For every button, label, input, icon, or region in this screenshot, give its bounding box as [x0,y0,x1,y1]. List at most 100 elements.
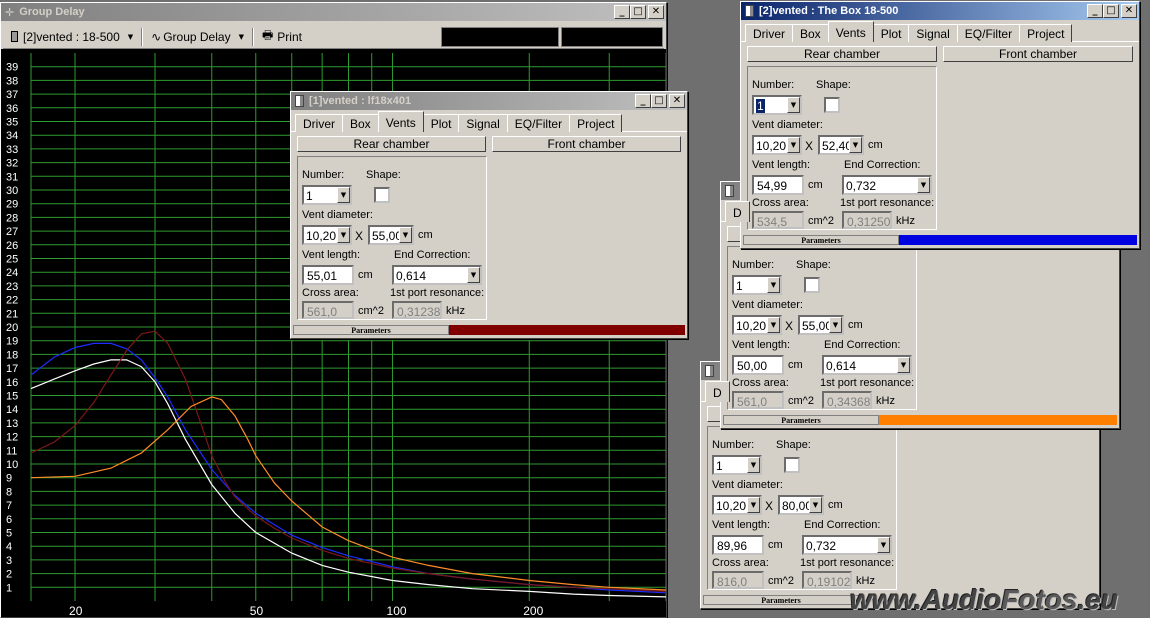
driver-select[interactable]: [2]vented : 18-500 ▼ [7,30,137,44]
end-correction-value: 0,732 [806,539,837,553]
chevron-down-icon[interactable]: ▼ [467,267,480,283]
y-tick-label: 4 [6,541,12,553]
vent-diameter-label: Vent diameter: [712,479,783,491]
end-correction-value: 0,614 [826,359,857,373]
y-tick-label: 18 [6,349,18,361]
tab-signal[interactable]: Signal [458,114,508,132]
tab-plot[interactable]: Plot [422,114,460,132]
vent-diameter-1-select[interactable]: 10,20 ▼ [712,495,762,515]
titlebar-1[interactable]: [1]vented : lf18x401 _ □ ✕ [291,92,687,110]
chevron-down-icon[interactable]: ▼ [809,497,822,513]
minimize-button[interactable]: _ [1087,4,1103,18]
vent-diameter-2-select[interactable]: 52,40 ▼ [818,135,864,155]
khz-unit: kHz [446,305,465,317]
shape-checkbox[interactable] [784,457,800,473]
chevron-down-icon[interactable]: ▼ [747,457,760,473]
status-color-1 [449,325,685,335]
number-label: Number: [302,169,345,181]
shape-label: Shape: [366,169,401,181]
vent-diameter-2-select[interactable]: 55,00 ▼ [798,315,844,335]
vent-diameter-1-select[interactable]: 10,20 ▼ [752,135,802,155]
chevron-down-icon[interactable]: ▼ [877,537,890,553]
tab-box[interactable]: Box [792,24,829,42]
vent-diameter-2-select[interactable]: 80,00 ▼ [778,495,824,515]
front-chamber-button[interactable]: Front chamber [492,136,681,152]
vent-length-input[interactable]: 55,01 [302,265,354,285]
vent-length-label: Vent length: [302,249,361,261]
chevron-down-icon[interactable]: ▼ [829,317,842,333]
chevron-down-icon[interactable]: ▼ [787,97,800,113]
tab-vents[interactable]: Vents [377,111,424,132]
plot-type-select[interactable]: ∿ Group Delay ▼ [147,30,248,44]
chevron-down-icon[interactable]: ▼ [849,137,862,153]
chevron-down-icon[interactable]: ▼ [337,187,350,203]
vent-panel-1: Number: Shape: 1 ▼ Vent diameter: 10,20 ▼ … [297,156,487,320]
vent-diameter-1-value: 10,20 [756,139,787,153]
tab-project[interactable]: Project [569,114,623,132]
tab-eqfilter[interactable]: EQ/Filter [956,24,1021,42]
chevron-down-icon[interactable]: ▼ [897,357,910,373]
close-button[interactable]: ✕ [1121,4,1137,18]
watermark: www.AudioFotos.eu [850,584,1118,616]
shape-checkbox[interactable] [374,187,390,203]
chevron-down-icon[interactable]: ▼ [747,497,760,513]
vent-diameter-label: Vent diameter: [732,299,803,311]
vent-diameter-2-select[interactable]: 55,00 ▼ [368,225,414,245]
port-resonance-field: 0,31250 [842,211,892,229]
vent-length-input[interactable]: 89,96 [712,535,764,555]
vent-length-input[interactable]: 54,99 [752,175,804,195]
tab-project[interactable]: Project [1019,24,1073,42]
print-button[interactable]: 🖶 Print [258,26,306,47]
end-correction-select[interactable]: 0,732 ▼ [802,535,892,555]
maximize-button[interactable]: □ [630,5,646,19]
tab-driver[interactable]: D [725,201,750,222]
vent-length-input[interactable]: 50,00 [732,355,784,375]
tab-eqfilter[interactable]: EQ/Filter [506,114,571,132]
chevron-down-icon[interactable]: ▼ [767,277,780,293]
cm-unit: cm [868,139,883,151]
end-correction-label: End Correction: [844,159,921,171]
shape-checkbox[interactable] [824,97,840,113]
number-select[interactable]: 1 ▼ [752,95,802,115]
close-button[interactable]: ✕ [648,5,664,19]
tab-driver[interactable]: D [705,381,730,402]
vent-diameter-1-select[interactable]: 10,20 ▼ [302,225,352,245]
vent-diameter-1-value: 10,20 [306,229,337,243]
titlebar-2[interactable]: [2]vented : The Box 18-500 _ □ ✕ [741,2,1139,20]
y-tick-label: 34 [6,130,18,142]
front-chamber-button[interactable]: Front chamber [943,46,1133,62]
close-button[interactable]: ✕ [669,94,685,108]
minimize-button[interactable]: _ [635,94,651,108]
vent-diameter-1-select[interactable]: 10,20 ▼ [732,315,782,335]
group-delay-titlebar[interactable]: ✛ Group Delay _ □ ✕ [1,3,666,21]
rear-chamber-button[interactable]: Rear chamber [747,46,937,62]
number-select[interactable]: 1 ▼ [302,185,352,205]
chevron-down-icon[interactable]: ▼ [337,227,350,243]
tab-signal[interactable]: Signal [908,24,958,42]
end-correction-select[interactable]: 0,614 ▼ [392,265,482,285]
number-select[interactable]: 1 ▼ [712,455,762,475]
number-select[interactable]: 1 ▼ [732,275,782,295]
tab-vents[interactable]: Vents [827,21,874,42]
shape-checkbox[interactable] [804,277,820,293]
chevron-down-icon: ▼ [238,32,244,41]
tab-box[interactable]: Box [342,114,379,132]
rear-chamber-button[interactable]: Rear chamber [297,136,486,152]
tab-driver[interactable]: Driver [745,24,793,42]
minimize-button[interactable]: _ [614,5,630,19]
khz-unit: kHz [896,215,915,227]
end-correction-select[interactable]: 0,732 ▼ [842,175,932,195]
tab-plot[interactable]: Plot [872,24,910,42]
wave-icon: ∿ [151,29,162,44]
chevron-down-icon[interactable]: ▼ [399,227,412,243]
parameters-label: Parameters [723,415,879,425]
speaker-icon [705,365,714,377]
toolbar-separator [251,27,254,46]
chevron-down-icon[interactable]: ▼ [787,137,800,153]
end-correction-select[interactable]: 0,614 ▼ [822,355,912,375]
chevron-down-icon[interactable]: ▼ [917,177,930,193]
maximize-button[interactable]: □ [651,94,667,108]
maximize-button[interactable]: □ [1103,4,1119,18]
tab-driver[interactable]: Driver [295,114,343,132]
chevron-down-icon[interactable]: ▼ [767,317,780,333]
